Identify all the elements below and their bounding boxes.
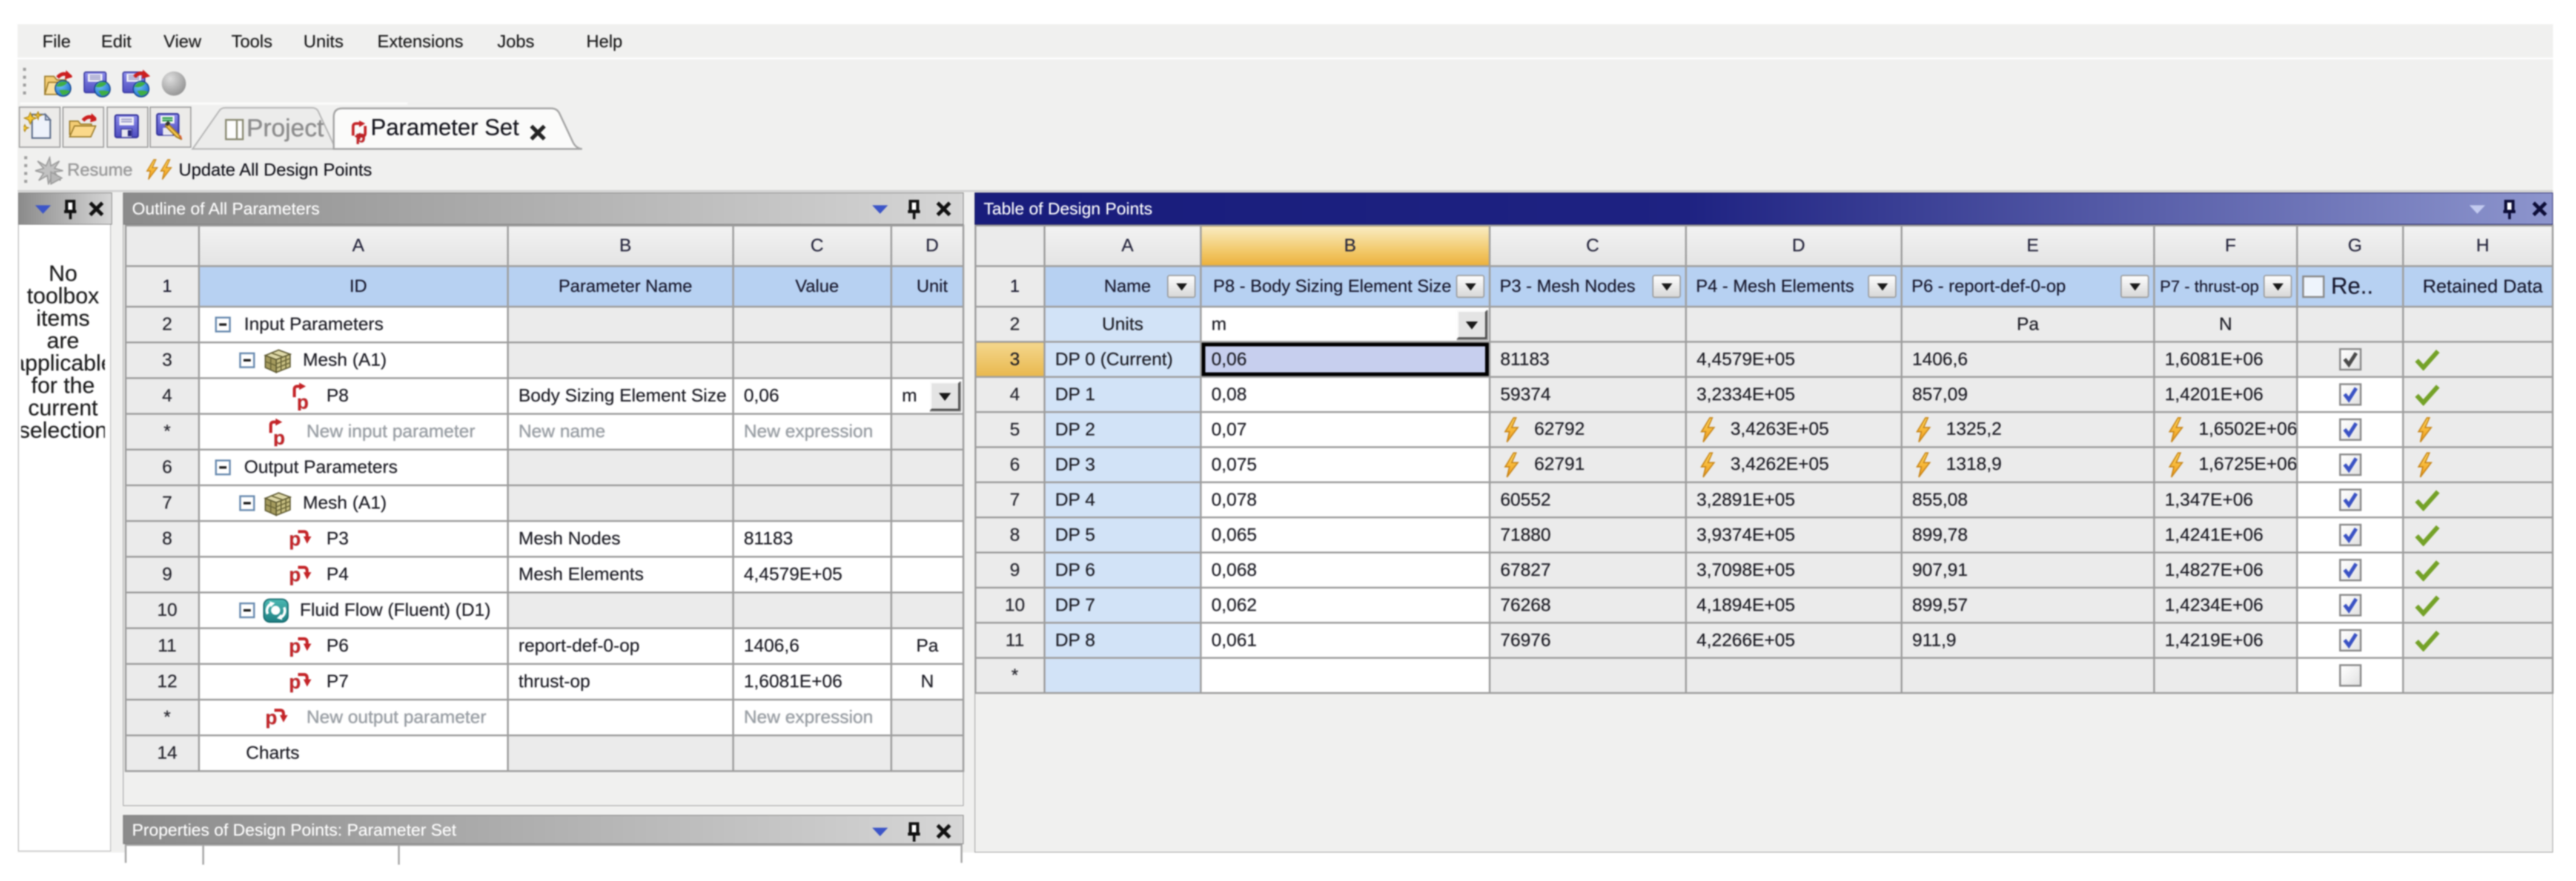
svg-text:p: p	[297, 391, 308, 411]
svg-text:p: p	[273, 427, 285, 446]
svg-text:p: p	[356, 128, 366, 144]
